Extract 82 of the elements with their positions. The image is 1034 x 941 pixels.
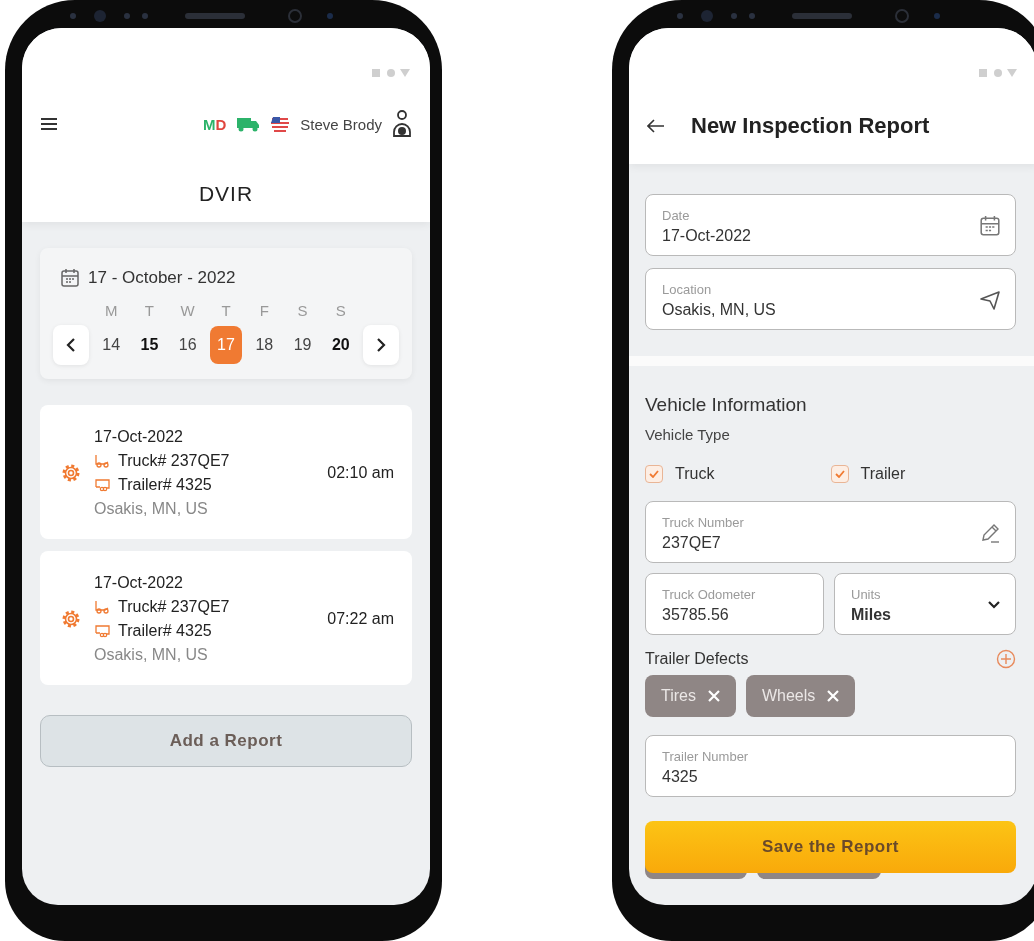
gear-icon	[60, 608, 82, 630]
weekday-label: W	[180, 302, 195, 319]
weekday-label: S	[335, 302, 346, 319]
weekday-label: T	[144, 302, 154, 319]
driver-icon[interactable]	[392, 110, 412, 138]
day-button[interactable]: 20	[324, 326, 357, 364]
add-report-button[interactable]: Add a Report	[40, 715, 412, 767]
field-value: 35785.56	[662, 605, 730, 624]
chevron-right-icon	[376, 338, 386, 352]
field-label: Date	[662, 207, 691, 223]
field-value: 4325	[662, 767, 699, 786]
weekday-label: T	[221, 302, 231, 319]
close-icon[interactable]	[827, 690, 840, 702]
report-time: 02:10 am	[327, 464, 394, 482]
trailer-number: Trailer# 4325	[118, 475, 212, 495]
day-button[interactable]: 15	[133, 326, 166, 364]
section-title: Vehicle Information	[645, 394, 808, 416]
state-label: MD	[202, 115, 227, 133]
report-date: 17-Oct-2022	[94, 573, 184, 593]
checkmark-icon	[834, 470, 845, 478]
field-value: 237QE7	[662, 533, 722, 552]
report-card[interactable]: 17-Oct-2022 Truck# 237QE7 Trailer# 4325 Osakis, MN, US 07:22 am	[40, 551, 412, 685]
day-button[interactable]: 14	[95, 326, 128, 364]
next-week-button[interactable]	[363, 325, 399, 365]
back-arrow-icon	[647, 119, 665, 133]
report-time: 07:22 am	[327, 610, 394, 628]
menu-button[interactable]	[40, 117, 58, 131]
trailer-icon	[94, 478, 110, 492]
back-button[interactable]	[647, 119, 665, 133]
close-icon[interactable]	[707, 690, 720, 702]
flag-icon	[270, 115, 291, 133]
field-label: Location	[662, 281, 713, 297]
status-bar-drawing	[372, 68, 412, 78]
field-label: Truck Odometer	[662, 586, 757, 602]
date-label: 17 - October - 2022	[88, 268, 236, 288]
pencil-icon[interactable]	[979, 522, 1001, 544]
field-value: Miles	[851, 605, 892, 624]
day-button[interactable]: 18	[248, 326, 281, 364]
gear-icon	[60, 462, 82, 484]
checkmark-icon	[649, 470, 659, 478]
driver-name: Steve Brody	[300, 115, 382, 133]
report-card[interactable]: 17-Oct-2022 Truck# 237QE7 Trailer# 4325 Osakis, MN, US 02:10 am	[40, 405, 412, 539]
field-label: Trailer Number	[662, 748, 750, 764]
checkbox[interactable]	[830, 465, 849, 483]
checkbox[interactable]	[645, 465, 663, 483]
chevron-down-icon[interactable]	[987, 600, 1001, 610]
text-field[interactable]: Trailer Number 4325	[645, 735, 1016, 797]
checkbox-label: Truck	[675, 465, 715, 483]
weekday-label: M	[104, 302, 118, 319]
vehicle-type-label: Vehicle Type	[645, 426, 731, 443]
previous-week-button[interactable]	[53, 325, 89, 365]
field-label: Truck Number	[662, 514, 745, 530]
text-field[interactable]: Units Miles	[834, 573, 1016, 635]
page-title: DVIR	[197, 182, 255, 207]
checkbox-label: Trailer	[860, 465, 906, 483]
send-icon[interactable]	[979, 289, 1001, 311]
field-value: 17-Oct-2022	[662, 226, 752, 245]
truck-number: Truck# 237QE7	[118, 597, 230, 617]
trailer-number: Trailer# 4325	[118, 621, 212, 641]
text-field[interactable]: Location Osakis, MN, US	[645, 268, 1016, 330]
text-field[interactable]: Truck Odometer 35785.56	[645, 573, 824, 635]
menu-icon	[40, 117, 58, 131]
text-field[interactable]: Date 17-Oct-2022	[645, 194, 1016, 256]
status-bar-drawing	[979, 68, 1019, 78]
field-label: Units	[851, 586, 882, 602]
truck-number: Truck# 237QE7	[118, 451, 230, 471]
page-title: New Inspection Report	[691, 113, 930, 139]
weekday-label: S	[297, 302, 308, 319]
calendar-icon	[60, 268, 80, 288]
weekday-label: F	[259, 302, 269, 319]
field-value: Osakis, MN, US	[662, 300, 777, 319]
calendar-icon[interactable]	[979, 215, 1001, 237]
trailer-icon	[94, 624, 110, 638]
day-button[interactable]: 16	[171, 326, 204, 364]
defects-label: Trailer Defects	[645, 650, 749, 668]
save-report-button[interactable]: Save the Report	[645, 821, 1016, 873]
day-button[interactable]: 19	[286, 326, 319, 364]
report-location: Osakis, MN, US	[94, 499, 209, 519]
report-location: Osakis, MN, US	[94, 645, 209, 665]
chevron-left-icon	[66, 338, 76, 352]
text-field[interactable]: Truck Number 237QE7	[645, 501, 1016, 563]
report-date: 17-Oct-2022	[94, 427, 184, 447]
